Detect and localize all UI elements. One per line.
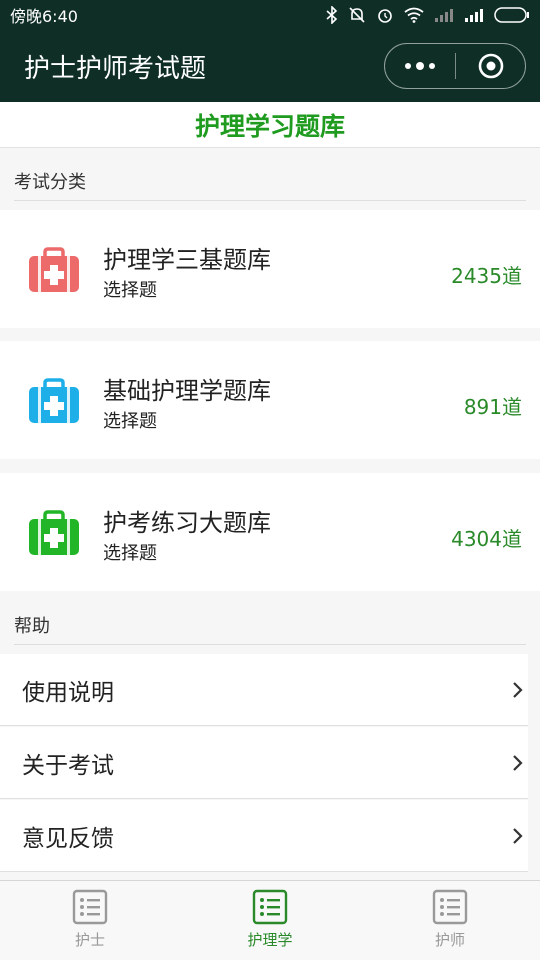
- signal-icon: [465, 9, 483, 22]
- more-dot-icon: [429, 63, 435, 69]
- tab-nurse[interactable]: 护士: [0, 881, 180, 960]
- question-count: 891道: [463, 395, 522, 419]
- first-aid-kit-icon: [29, 247, 79, 292]
- tab-label: 护士: [74, 931, 105, 949]
- status-icons: [326, 6, 530, 24]
- tab-bar: 护士 护理学 护师: [0, 880, 540, 960]
- category-card-1[interactable]: 护理学三基题库 选择题 2435道: [0, 210, 540, 328]
- category-card-3[interactable]: 护考练习大题库 选择题 4304道: [0, 473, 540, 591]
- tab-label: 护师: [434, 931, 465, 949]
- question-count: 2435道: [451, 264, 522, 288]
- nav-bar: 护士护师考试题: [0, 30, 540, 102]
- mute-icon: [349, 7, 365, 23]
- question-count: 4304道: [451, 527, 522, 551]
- first-aid-kit-icon: [29, 378, 79, 423]
- category-title: 护考练习大题库: [103, 509, 271, 537]
- first-aid-kit-icon: [29, 510, 79, 555]
- chevron-right-icon: [513, 754, 523, 771]
- more-button[interactable]: [385, 44, 455, 88]
- category-subtitle: 选择题: [103, 543, 157, 564]
- wifi-icon: [404, 7, 424, 23]
- signal-weak-icon: [435, 9, 453, 22]
- help-item-label: 意见反馈: [22, 825, 114, 852]
- status-bar: 傍晚6:40: [0, 0, 540, 30]
- help-item-label: 使用说明: [22, 679, 114, 706]
- list-icon: [72, 889, 108, 925]
- close-button[interactable]: [456, 44, 525, 88]
- help-item-feedback[interactable]: 意见反馈: [0, 800, 528, 872]
- chevron-right-icon: [513, 827, 523, 844]
- nav-title: 护士护师考试题: [24, 53, 207, 84]
- tab-label: 护理学: [247, 931, 293, 949]
- help-item-instructions[interactable]: 使用说明: [0, 654, 528, 726]
- section-label-categories: 考试分类: [14, 168, 526, 201]
- category-card-2[interactable]: 基础护理学题库 选择题 891道: [0, 341, 540, 459]
- status-time: 傍晚6:40: [10, 7, 78, 26]
- list-icon: [432, 889, 468, 925]
- mini-program-capsule: [384, 43, 526, 89]
- list-icon: [252, 889, 288, 925]
- tab-senior-nurse[interactable]: 护师: [360, 881, 540, 960]
- help-item-label: 关于考试: [22, 752, 114, 779]
- category-subtitle: 选择题: [103, 280, 157, 301]
- alarm-icon: [378, 9, 392, 23]
- battery-icon: [494, 7, 529, 23]
- target-close-icon: [478, 53, 503, 79]
- category-subtitle: 选择题: [103, 411, 157, 432]
- page-title: 护理学习题库: [0, 102, 540, 148]
- category-title: 基础护理学题库: [103, 377, 271, 405]
- more-dot-icon: [416, 62, 424, 70]
- bluetooth-icon: [326, 6, 338, 24]
- help-item-about-exam[interactable]: 关于考试: [0, 727, 528, 799]
- section-label-help: 帮助: [14, 612, 526, 645]
- chevron-right-icon: [513, 681, 523, 698]
- tab-nursing[interactable]: 护理学: [180, 881, 360, 960]
- more-dot-icon: [405, 63, 411, 69]
- category-title: 护理学三基题库: [103, 246, 271, 274]
